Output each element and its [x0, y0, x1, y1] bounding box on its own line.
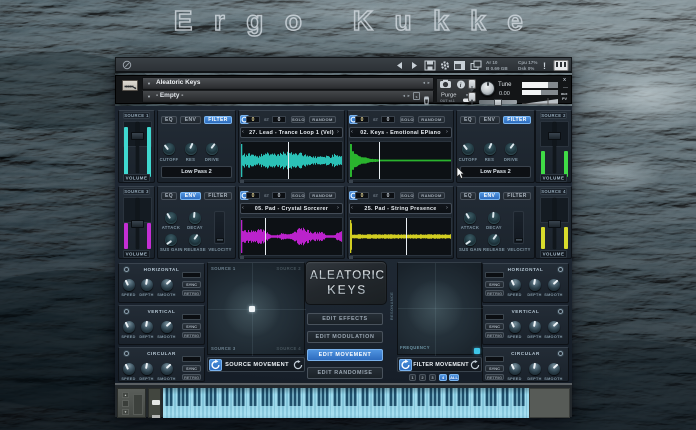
svg-text:ALEATORIC: ALEATORIC — [309, 268, 384, 282]
svg-text:Dsk 0%: Dsk 0% — [518, 66, 534, 71]
svg-text:Purge: Purge — [441, 93, 456, 99]
svg-text:!: ! — [543, 61, 546, 71]
svg-text:KEYS: KEYS — [327, 283, 367, 297]
svg-text:B 0.69 GB: B 0.69 GB — [486, 66, 508, 71]
svg-text:Ar 10: Ar 10 — [486, 60, 498, 65]
svg-text:OUT st.1: OUT st.1 — [440, 99, 455, 103]
svg-text:Cpu 17%: Cpu 17% — [518, 60, 537, 65]
